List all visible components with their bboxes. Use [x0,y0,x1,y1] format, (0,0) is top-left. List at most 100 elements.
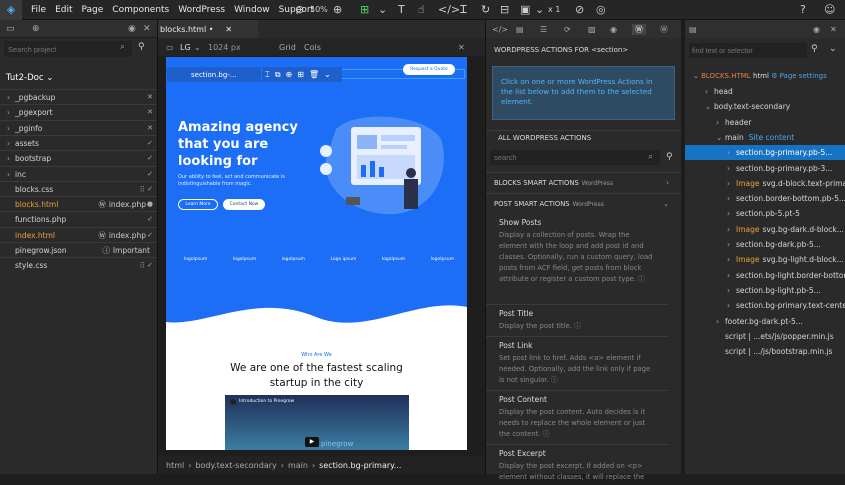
video-embed[interactable]: Introduction to Pinegrow pinegrow ▶ [225,395,409,450]
tree-node[interactable]: ›header [685,115,845,130]
breadcrumb-item[interactable]: body.text-secondary [195,461,276,470]
tree-node[interactable]: ›footer.bg-dark.pt-5... [685,314,845,329]
tree-node[interactable]: ⌄mainSite content [685,130,845,145]
file-item[interactable]: blocks.htmlindex.phpⓌ● [0,196,158,211]
tree-node[interactable]: script | .../js/bootstrap.min.js [685,344,845,359]
delete-icon[interactable]: 🗑 [309,70,319,79]
app-logo[interactable]: ◈ [0,0,22,20]
chevron-right-icon[interactable]: › [727,237,730,252]
grid-icon[interactable]: ⊞ [297,70,304,79]
new-page-icon[interactable]: ⊕ [32,24,40,34]
settings-panel-icon[interactable]: ⊟ [500,2,509,18]
tree-node[interactable]: ›section.pb-5.pt-5 [685,206,845,221]
tree-node[interactable]: ›section.bg-primary.pb-5... [685,145,845,160]
action-group[interactable]: POST SMART ACTIONSWordPress⌄ [486,193,681,214]
text-cursor-icon[interactable]: Ꮖ [460,2,467,18]
account-icon[interactable]: ☺ [824,2,835,18]
page-settings-link[interactable]: ⚙ Page settings [771,72,827,80]
breadcrumb-item[interactable]: html [166,461,184,470]
search-input[interactable] [490,150,660,165]
eye-icon[interactable]: ◉ [128,24,136,34]
folder-item[interactable]: ›_pgexport✕ [0,104,158,119]
project-icon[interactable]: ▭ [6,24,15,34]
cols-toggle[interactable]: Cols [304,43,321,52]
close-icon[interactable]: ✕ [143,24,151,34]
close-icon[interactable]: ✕ [147,121,153,136]
close-icon[interactable]: ✕ [147,90,153,105]
action-item[interactable]: Post LinkSet post link to href. Adds <a>… [486,336,669,388]
menu-file[interactable]: File [31,5,46,15]
tab-blocks-html[interactable]: blocks.html •✕ [158,20,258,38]
contact-now-button[interactable]: Contact Now [223,199,265,210]
grid-icon[interactable]: ⊞ [360,2,369,18]
chevron-right-icon[interactable]: › [727,176,730,191]
menu-components[interactable]: Components [112,5,169,15]
grid-toggle[interactable]: Grid [279,43,296,52]
chevron-down-icon[interactable]: ⌄ [324,70,331,79]
hide-icon[interactable]: ⊘ [575,2,584,18]
tree-node[interactable]: ›Imagesvg.bg-light.d-block... [685,252,845,267]
chevron-right-icon[interactable]: › [727,191,730,206]
hand-icon[interactable]: ☝ [418,2,425,18]
tree-node[interactable]: ›section.bg-light.pb-5... [685,283,845,298]
style-icon[interactable]: ⟳ [564,25,571,34]
close-icon[interactable]: ✕ [147,105,153,120]
menu-wordpress[interactable]: WordPress [178,5,225,15]
device-select[interactable]: LG [180,43,191,52]
close-icon[interactable]: ✕ [830,25,837,34]
tree-node[interactable]: ›section.border-bottom.pb-5... [685,191,845,206]
chevron-right-icon[interactable]: › [727,283,730,298]
breadcrumb-item[interactable]: section.bg-primary... [319,461,401,470]
file-item[interactable]: functions.php✓ [0,211,158,226]
device-icon[interactable]: ▭ [166,43,174,52]
chevron-right-icon[interactable]: › [727,161,730,176]
rules-icon[interactable]: ▤ [516,25,524,34]
chevron-right-icon[interactable]: › [727,206,730,221]
folder-item[interactable]: ›_pgbackup✕ [0,89,158,104]
tree-node[interactable]: ›Imagesvg.bg-dark.d-block... [685,222,845,237]
tree-node[interactable]: ›section.bg-dark.pb-5... [685,237,845,252]
tree-node[interactable]: ›head [685,84,845,99]
action-group[interactable]: BLOCKS SMART ACTIONSWordPress› [486,172,681,193]
file-item[interactable]: blocks.css✓⠿ [0,181,158,196]
tree-file-row[interactable]: ⌄ BLOCKS.HTML html ⚙ Page settings [693,72,827,80]
action-item[interactable]: Post TitleDisplay the post title. ⓘ [486,304,669,334]
chevron-right-icon[interactable]: › [727,252,730,267]
chevron-right-icon[interactable]: › [705,84,708,99]
file-item[interactable]: index.htmlindex.phpⓌ✓ [0,227,158,242]
text-icon[interactable]: T [398,2,405,18]
close-icon[interactable]: ✕ [458,43,465,52]
preview-icon[interactable]: ▣ [520,2,530,18]
resize-icon[interactable]: ⌶ [265,70,270,80]
folder-item[interactable]: ›_pginfo✕ [0,120,158,135]
chevron-right-icon[interactable]: › [727,268,730,283]
library-icon[interactable]: ◉ [610,25,617,34]
chevron-right-icon[interactable]: › [727,145,730,160]
splitter[interactable] [681,20,685,474]
selection-label[interactable]: section.bg-... [167,67,261,82]
play-icon[interactable]: ▶ [305,437,319,447]
chevron-right-icon[interactable]: › [727,298,730,313]
tree-node[interactable]: ⌄body.text-secondary [685,99,845,114]
chevron-down-icon[interactable]: ⌄ [829,44,837,54]
project-title[interactable]: Tut2-Doc ⌄ [6,73,53,83]
chevron-down-icon[interactable]: ⌄ [716,130,722,145]
tree-node[interactable]: ›Imagesvg.d-block.text-primary [685,176,845,191]
action-item[interactable]: Show PostsDisplay a collection of posts.… [486,214,669,287]
learn-more-button[interactable]: Learn More [178,199,218,210]
tree-node[interactable]: ›section.bg-primary.text-center... [685,298,845,313]
chevron-down-icon[interactable]: ⌄ [194,43,201,52]
zoom-in-icon[interactable]: ⊕ [333,2,342,18]
duplicate-icon[interactable]: ⧉ [275,70,281,80]
eye-icon[interactable]: ◉ [813,25,820,34]
search-input[interactable] [4,41,132,57]
close-icon[interactable]: ✕ [225,25,232,34]
chevron-right-icon[interactable]: › [716,314,719,329]
menu-window[interactable]: Window [234,5,270,15]
refresh-icon[interactable]: ↻ [481,2,490,18]
wordpress-icon[interactable]: Ⓦ [632,24,646,35]
chevron-down-icon[interactable]: ⌄ [378,2,387,18]
menu-edit[interactable]: Edit [55,5,72,15]
filter-icon[interactable]: ⚲ [138,42,145,52]
find-input[interactable] [689,43,807,58]
